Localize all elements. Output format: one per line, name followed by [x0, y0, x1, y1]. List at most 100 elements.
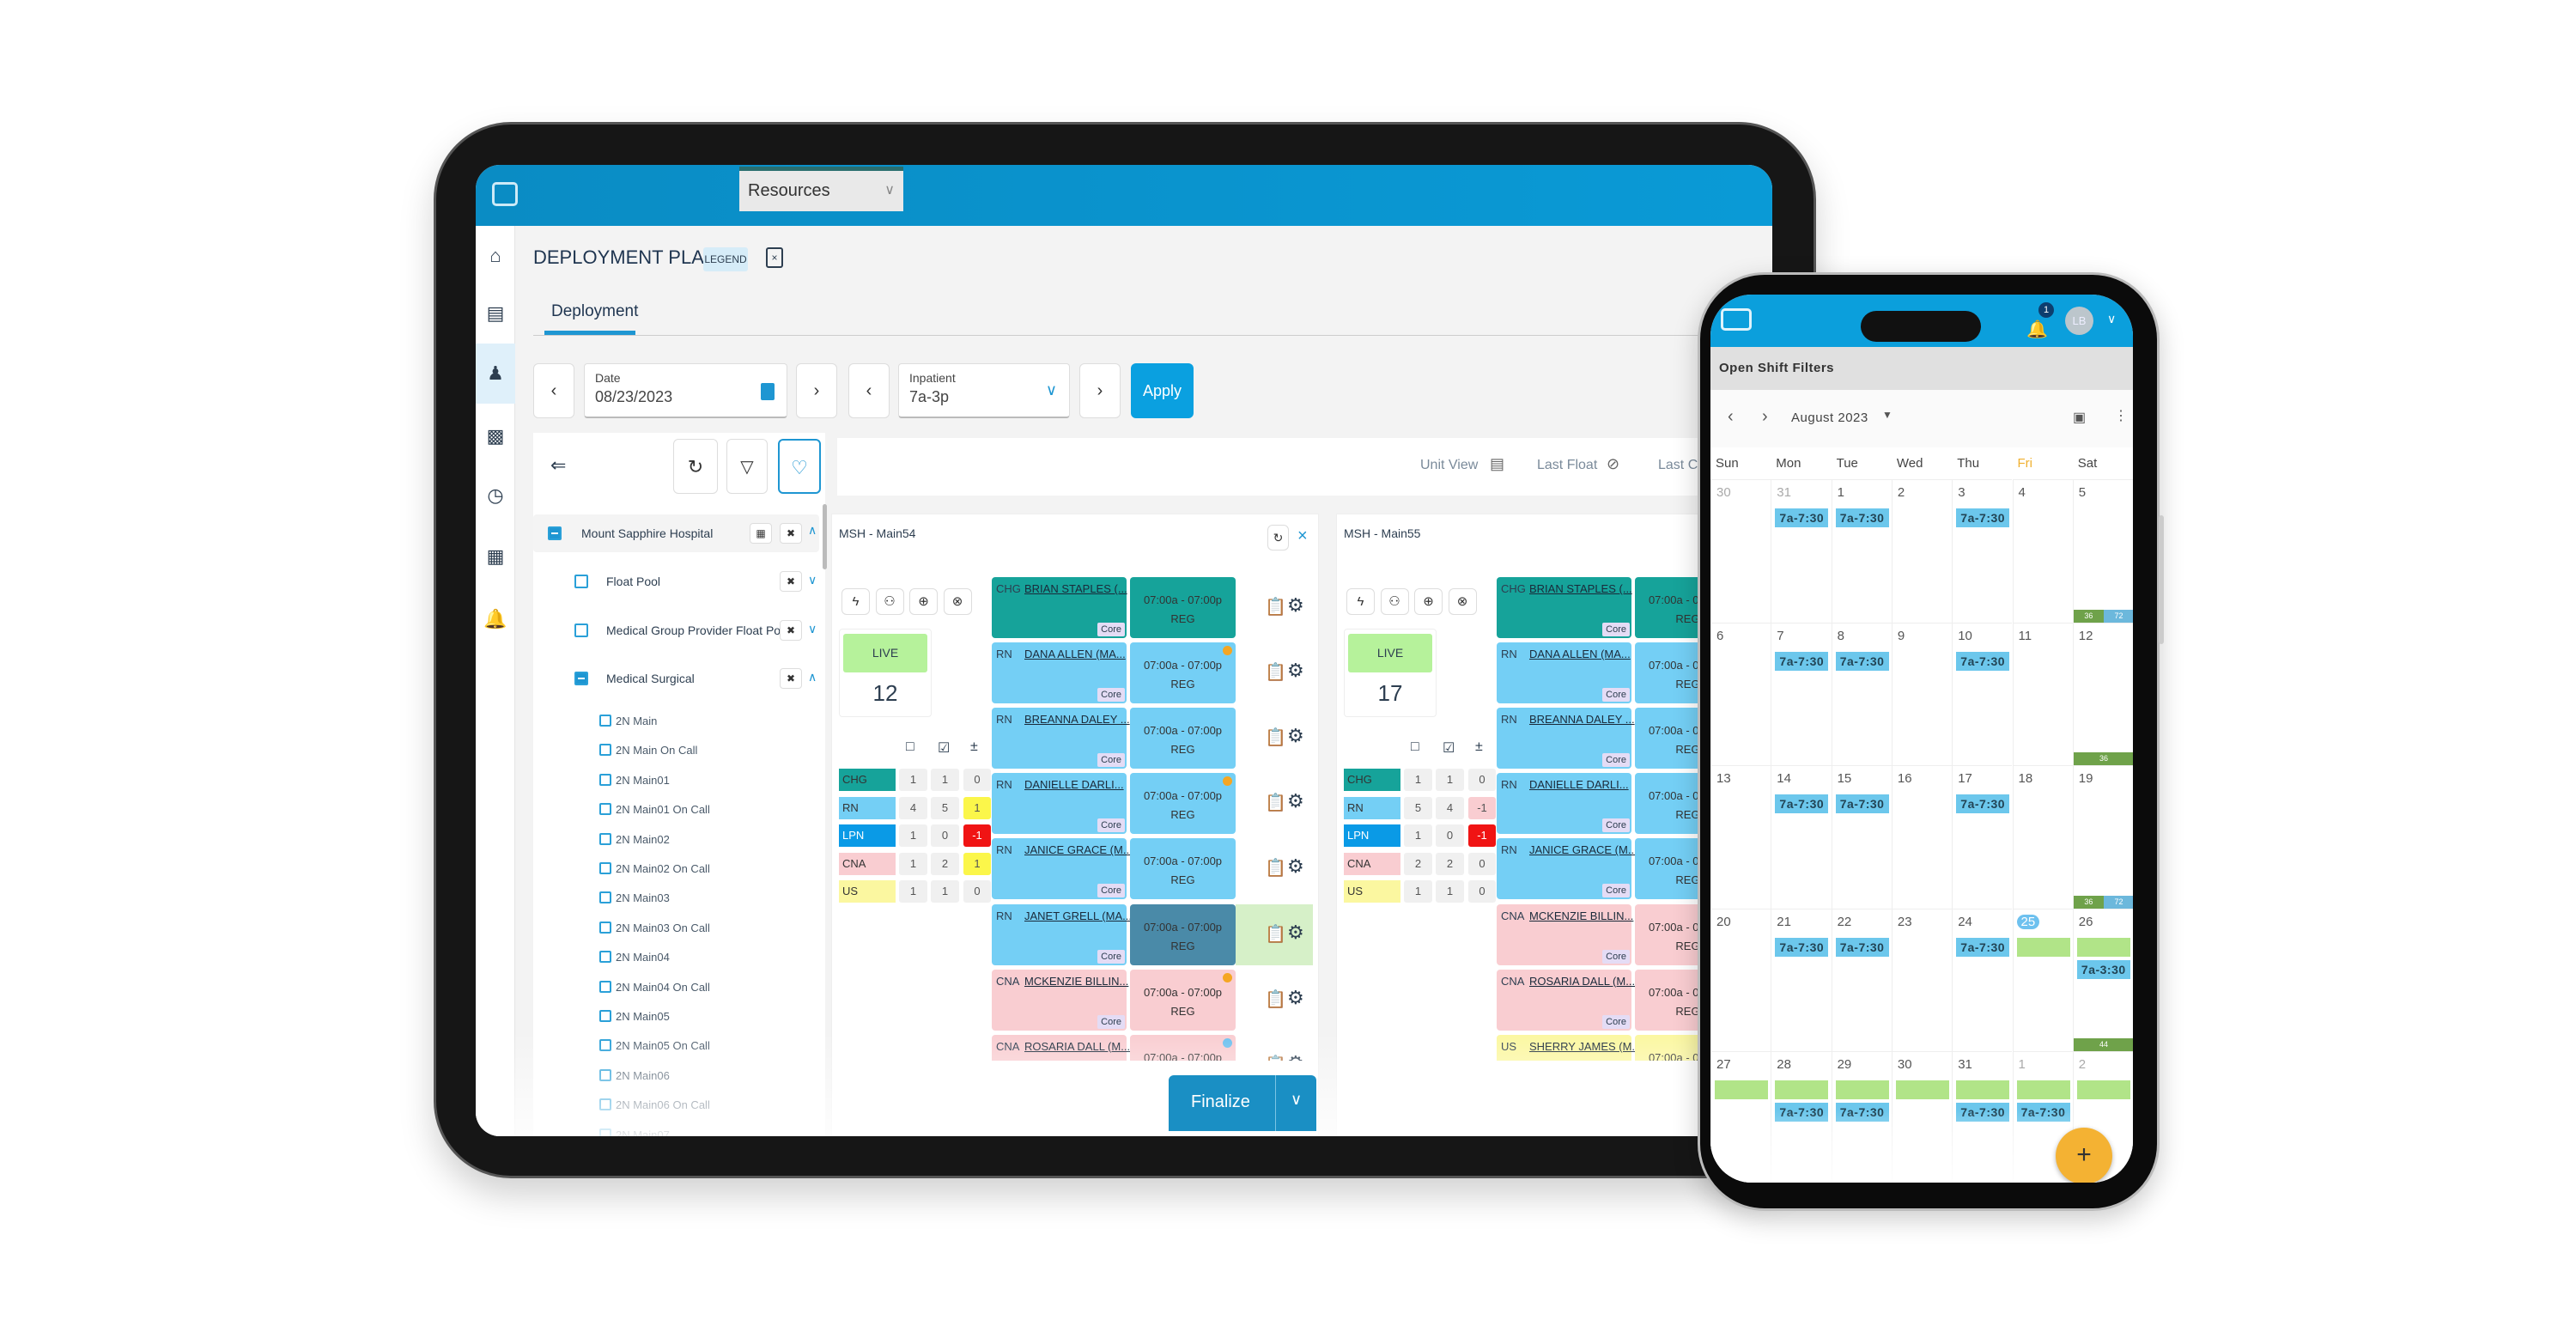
gear-icon[interactable]: ⚙ [1287, 855, 1304, 878]
shift-chip[interactable]: 7a-7:30 [1956, 508, 2010, 527]
open-shift-bar[interactable] [1835, 1080, 1889, 1100]
document-icon[interactable]: ▤ [476, 296, 515, 331]
staff-name-cell[interactable]: RN DANIELLE DARLI... Core [992, 773, 1127, 835]
clipboard-icon[interactable]: 📋 [1265, 727, 1286, 748]
calendar-day[interactable]: 22 7a-7:30 [1831, 908, 1892, 1052]
staff-name-cell[interactable]: RN DANIELLE DARLI... Core [1497, 773, 1631, 835]
add-fab-button[interactable]: + [2056, 1128, 2112, 1183]
bell-icon[interactable]: 🔔 [2026, 319, 2048, 340]
open-shift-bar[interactable] [1895, 1080, 1949, 1100]
tree-unit-label[interactable]: 2N Main01 On Call [616, 803, 710, 816]
shift-chip[interactable]: 7a-7:30 [1775, 937, 1829, 957]
caret-down-icon[interactable]: ▼ [1882, 409, 1893, 421]
clock-icon[interactable]: ◷ [476, 478, 515, 513]
calendar-day[interactable]: 11 [2012, 622, 2073, 766]
shift-chip[interactable]: 7a-3:30 [2076, 959, 2130, 979]
staff-name-link[interactable]: MCKENZIE BILLIN... [1529, 909, 1633, 922]
staff-deploy-icon[interactable]: ♟ [476, 344, 515, 404]
shift-chip[interactable]: 7a-7:30 [1835, 651, 1889, 671]
staff-name-cell[interactable]: CNA MCKENZIE BILLIN... Core [992, 969, 1128, 1031]
unit-checkbox[interactable] [599, 744, 611, 757]
last-float-toggle[interactable]: Last Float [1537, 458, 1597, 473]
shift-time-cell[interactable]: 07:00a - 07:00p REG [1130, 838, 1236, 900]
shift-time-cell[interactable]: 07:00a - 07:00p REG [1130, 773, 1236, 835]
calendar-day[interactable]: 4 [2012, 479, 2073, 623]
calendar-day[interactable]: 8 7a-7:30 [1831, 622, 1892, 766]
staff-name-link[interactable]: JANICE GRACE (M... [1024, 843, 1133, 856]
staff-name-cell[interactable]: RN JANICE GRACE (M... Core [992, 838, 1133, 900]
module-select[interactable]: Resources ∨ [739, 167, 903, 211]
tree-unit-label[interactable]: 2N Main05 On Call [616, 1039, 710, 1052]
tree-unit-label[interactable]: 2N Main05 [616, 1010, 670, 1023]
shift-time-cell[interactable]: 07:00a - 07:00p REG [1130, 708, 1236, 769]
staff-name-cell[interactable]: CHG BRIAN STAPLES (... Core [1497, 577, 1632, 638]
open-shift-bar[interactable] [1715, 1080, 1768, 1100]
gear-icon[interactable]: ⚙ [1287, 922, 1304, 944]
chevron-down-icon[interactable]: ∨ [808, 622, 817, 636]
staff-name-link[interactable]: MCKENZIE BILLIN... [1024, 975, 1128, 988]
shift-chip[interactable]: 7a-7:30 [1775, 794, 1829, 814]
staff-name-link[interactable]: DANIELLE DARLI... [1529, 778, 1629, 791]
shift-chip[interactable]: 7a-7:30 [1835, 794, 1889, 814]
shift-time-cell[interactable]: 07:00a - 07:00p REG [1130, 642, 1236, 704]
remove-staff-icon[interactable]: ✖ [780, 668, 802, 689]
staff-name-cell[interactable]: USSHERRY JAMES (M...Core [1497, 1034, 1641, 1061]
group-checkbox[interactable] [574, 672, 588, 685]
next-date-button[interactable]: › [796, 363, 837, 418]
calendar-day[interactable]: 30 [1710, 479, 1771, 623]
unit-checkbox[interactable] [599, 715, 611, 727]
staff-name-cell[interactable]: RN BREANNA DALEY ... Core [1497, 708, 1635, 769]
tab-deployment[interactable]: Deployment [551, 302, 638, 321]
calendar-day[interactable]: 28 7a-7:30 [1771, 1051, 1832, 1183]
gear-icon[interactable]: ⚙ [1287, 594, 1304, 617]
open-shift-bar[interactable] [2076, 937, 2130, 957]
clipboard-icon[interactable]: 📋 [1265, 661, 1286, 683]
tree-unit-label[interactable]: 2N Main04 On Call [616, 981, 710, 994]
clipboard-icon[interactable]: 📋 [1265, 792, 1286, 813]
group-checkbox[interactable] [574, 575, 588, 588]
shift-chip[interactable]: 7a-7:30 [1835, 1103, 1889, 1122]
gear-icon[interactable]: ⚙ [1287, 725, 1304, 747]
group-checkbox[interactable] [574, 624, 588, 637]
chevron-up-icon[interactable]: ∧ [808, 523, 817, 538]
staff-name-cell[interactable]: CHG BRIAN STAPLES (... Core [992, 577, 1127, 638]
shift-chip[interactable]: 7a-7:30 [2016, 1103, 2070, 1122]
unit-checkbox[interactable] [599, 1068, 611, 1081]
open-shift-filters[interactable]: Open Shift Filters [1710, 347, 2133, 390]
shift-chip[interactable]: 7a-7:30 [1775, 508, 1829, 527]
tree-unit-label[interactable]: 2N Main01 [616, 774, 670, 787]
prev-date-button[interactable]: ‹ [533, 363, 574, 418]
clipboard-icon[interactable]: 📋 [1265, 988, 1286, 1010]
calendar-day[interactable]: 31 7a-7:30 [1952, 1051, 2013, 1183]
staff-name-link[interactable]: BRIAN STAPLES (... [1024, 582, 1127, 595]
shift-time-cell[interactable]: 07:00a - 07:00p REG [1130, 903, 1236, 965]
chevron-down-icon[interactable]: ∨ [1291, 1091, 1302, 1109]
unit-checkbox[interactable] [599, 1039, 611, 1052]
unit-checkbox[interactable] [599, 773, 611, 786]
staff-name-cell[interactable]: RN BREANNA DALEY ... Core [992, 708, 1130, 769]
calendar-day[interactable]: 27 [1710, 1051, 1771, 1183]
chevron-down-icon[interactable]: ∨ [808, 573, 817, 587]
shift-chip[interactable]: 7a-7:30 [1775, 1103, 1829, 1122]
kebab-menu-icon[interactable]: ⋮ [2114, 407, 2128, 424]
shift-chip[interactable]: 7a-7:30 [1956, 937, 2010, 957]
calendar-day[interactable]: 15 7a-7:30 [1831, 765, 1892, 909]
tree-unit-label[interactable]: 2N Main03 On Call [616, 922, 710, 934]
unit-checkbox[interactable] [599, 921, 611, 934]
tree-group-label[interactable]: Medical Surgical [606, 672, 695, 685]
unit-checkbox[interactable] [599, 1128, 611, 1136]
staff-name-link[interactable]: BREANNA DALEY ... [1024, 713, 1130, 726]
remove-staff-icon[interactable]: ✖ [780, 620, 802, 641]
tree-unit-label[interactable]: 2N Main On Call [616, 744, 697, 757]
calendar-day[interactable]: 21 7a-7:30 [1771, 908, 1832, 1052]
last-c-toggle[interactable]: Last C [1658, 458, 1698, 473]
calendar-day[interactable]: 5 36 72 [2072, 479, 2133, 623]
calendar-day[interactable]: 7 7a-7:30 [1771, 622, 1832, 766]
staff-name-link[interactable]: JANICE GRACE (M... [1529, 843, 1637, 856]
staff-name-link[interactable]: JANET GRELL (MA... [1024, 909, 1132, 922]
calendar-day[interactable]: 14 7a-7:30 [1771, 765, 1832, 909]
unit-checkbox[interactable] [599, 862, 611, 874]
shift-chip[interactable]: 7a-7:30 [1775, 651, 1829, 671]
clipboard-icon[interactable]: 📋 [1265, 923, 1286, 945]
tree-unit-label[interactable]: 2N Main [616, 715, 657, 727]
